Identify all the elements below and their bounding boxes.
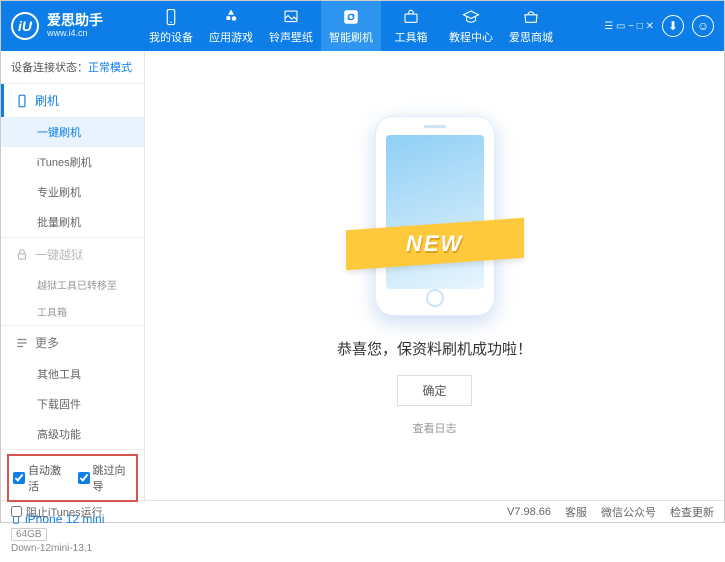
- statusbar: 阻止iTunes运行 V7.98.66 客服 微信公众号 检查更新: [1, 500, 724, 522]
- window-controls: ☰ ▭ − □ ✕ ⬇ ☺: [604, 15, 714, 37]
- sidebar-head-jailbreak: 一键越狱: [1, 238, 144, 271]
- skip-guide-check[interactable]: 跳过向导: [78, 462, 133, 494]
- sidebar-item-itunes[interactable]: iTunes刷机: [1, 147, 144, 177]
- sidebar-item-oneclick[interactable]: 一键刷机: [1, 117, 144, 147]
- nav-label: 爱思商城: [509, 29, 553, 45]
- sidebar: 设备连接状态：正常模式 刷机 一键刷机 iTunes刷机 专业刷机 批量刷机 一…: [1, 51, 145, 500]
- sidebar-item-pro[interactable]: 专业刷机: [1, 177, 144, 207]
- update-link[interactable]: 检查更新: [670, 504, 714, 520]
- phone-icon: [162, 8, 180, 26]
- window-sys-icons[interactable]: ☰ ▭ − □ ✕: [604, 21, 654, 32]
- nav-label: 应用游戏: [209, 29, 253, 45]
- service-link[interactable]: 客服: [565, 504, 587, 520]
- sidebar-item-batch[interactable]: 批量刷机: [1, 207, 144, 237]
- main-content: NEW 恭喜您，保资料刷机成功啦！ 确定 查看日志: [145, 51, 724, 500]
- logo-icon: iU: [11, 12, 39, 40]
- toolbox-icon: [402, 8, 420, 26]
- phone-illustration: NEW: [360, 116, 510, 316]
- nav-label: 我的设备: [149, 29, 193, 45]
- nav-label: 工具箱: [395, 29, 428, 45]
- nav-tutorials[interactable]: 教程中心: [441, 1, 501, 51]
- connection-status: 设备连接状态：正常模式: [1, 51, 144, 84]
- confirm-button[interactable]: 确定: [397, 375, 471, 406]
- flash-icon: [342, 8, 360, 26]
- lock-icon: [15, 248, 29, 262]
- school-icon: [462, 8, 480, 26]
- device-model: Down-12mini-13,1: [11, 543, 134, 554]
- device-storage: 64GB: [11, 528, 47, 541]
- sidebar-item-other[interactable]: 其他工具: [1, 359, 144, 389]
- user-icon[interactable]: ☺: [692, 15, 714, 37]
- app-title: 爱思助手: [47, 13, 103, 28]
- version-text: V7.98.66: [507, 506, 551, 518]
- app-subtitle: www.i4.cn: [47, 29, 103, 39]
- view-log-link[interactable]: 查看日志: [413, 420, 457, 436]
- wechat-link[interactable]: 微信公众号: [601, 504, 656, 520]
- nav-flash[interactable]: 智能刷机: [321, 1, 381, 51]
- options-highlight: 自动激活 跳过向导: [7, 454, 138, 502]
- block-itunes-check[interactable]: [11, 506, 22, 517]
- sidebar-item-firmware[interactable]: 下载固件: [1, 389, 144, 419]
- phone-small-icon: [15, 94, 29, 108]
- apps-icon: [222, 8, 240, 26]
- jailbreak-note: 越狱工具已转移至: [1, 271, 144, 298]
- sidebar-item-advanced[interactable]: 高级功能: [1, 419, 144, 449]
- nav-ringtones[interactable]: 铃声壁纸: [261, 1, 321, 51]
- titlebar: iU 爱思助手 www.i4.cn 我的设备 应用游戏 铃声壁纸 智能刷机 工具…: [1, 1, 724, 51]
- logo: iU 爱思助手 www.i4.cn: [11, 12, 141, 40]
- sidebar-head-more[interactable]: 更多: [1, 326, 144, 359]
- block-itunes-label: 阻止iTunes运行: [26, 504, 103, 520]
- nav-store[interactable]: 爱思商城: [501, 1, 561, 51]
- jailbreak-note2: 工具箱: [1, 298, 144, 325]
- auto-activate-check[interactable]: 自动激活: [13, 462, 68, 494]
- nav-toolbox[interactable]: 工具箱: [381, 1, 441, 51]
- list-icon: [15, 336, 29, 350]
- store-icon: [522, 8, 540, 26]
- nav-apps[interactable]: 应用游戏: [201, 1, 261, 51]
- sidebar-head-flash[interactable]: 刷机: [1, 84, 144, 117]
- download-icon[interactable]: ⬇: [662, 15, 684, 37]
- nav-my-device[interactable]: 我的设备: [141, 1, 201, 51]
- wallpaper-icon: [282, 8, 300, 26]
- nav-label: 铃声壁纸: [269, 29, 313, 45]
- success-message: 恭喜您，保资料刷机成功啦！: [337, 338, 532, 359]
- nav-label: 教程中心: [449, 29, 493, 45]
- main-nav: 我的设备 应用游戏 铃声壁纸 智能刷机 工具箱 教程中心 爱思商城: [141, 1, 604, 51]
- new-ribbon: NEW: [346, 217, 524, 269]
- nav-label: 智能刷机: [329, 29, 373, 45]
